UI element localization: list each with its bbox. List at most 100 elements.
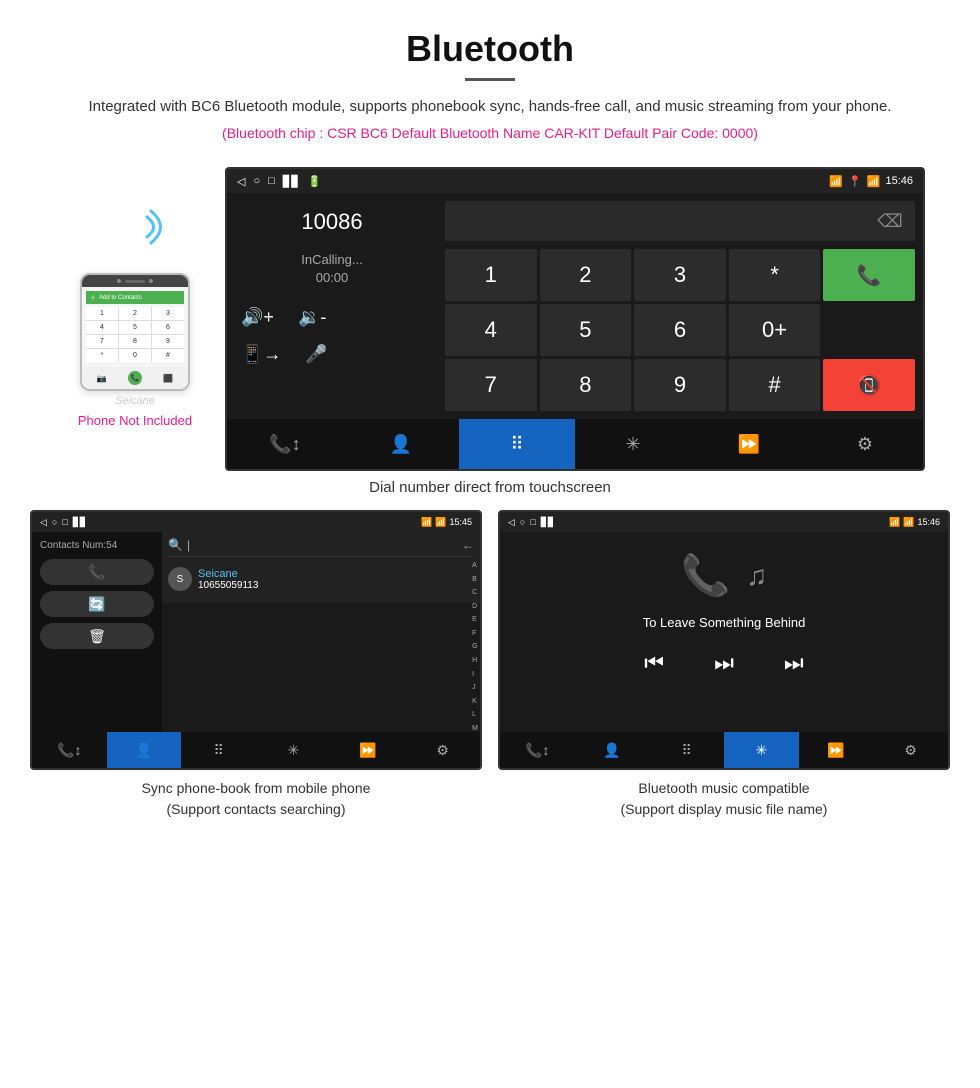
key-9[interactable]: 9 (634, 359, 726, 411)
volume-down-icon[interactable]: 🔉- (298, 307, 326, 328)
nav-phone[interactable]: 📞↕ (227, 419, 343, 469)
phone-side: ＋Add to Contacts 1 2 3 4 5 6 7 8 9 * 0 # (55, 167, 215, 428)
phone-camera (117, 279, 121, 283)
music-nav-contacts[interactable]: 👤 (575, 732, 650, 768)
phone-key-star[interactable]: * (86, 349, 118, 362)
key-star[interactable]: * (729, 249, 821, 301)
key-2[interactable]: 2 (540, 249, 632, 301)
bluetooth-icon-area (105, 197, 165, 267)
seicane-watermark: Seicane (115, 395, 155, 407)
phone-key-3[interactable]: 3 (152, 307, 184, 320)
transfer-icon[interactable]: 📱→ (241, 344, 281, 365)
music-wifi-icon: 📶 (903, 517, 914, 528)
phone-key-hash[interactable]: # (152, 349, 184, 362)
main-nav-bar: 📞↕ 👤 ⠿ ✳ ⏩ ⚙ (227, 419, 923, 469)
status-left-icons: ◁ ○ □ ▊▊ 🔋 (237, 175, 321, 188)
music-nav-phone[interactable]: 📞↕ (500, 732, 575, 768)
backspace-icon: ← (462, 538, 474, 552)
key-0plus[interactable]: 0+ (729, 304, 821, 356)
backspace-button[interactable]: ⌫ (865, 201, 915, 241)
music-nav-settings[interactable]: ⚙ (873, 732, 948, 768)
dialer-status: InCalling... 00:00 (241, 251, 423, 287)
phone-call-button[interactable]: 📞 (128, 371, 142, 385)
key-4[interactable]: 4 (445, 304, 537, 356)
contacts-status-left: ◁ ○ □ ▊▊ (40, 517, 87, 528)
phone-key-4[interactable]: 4 (86, 321, 118, 334)
play-pause-button[interactable]: ⏭ (714, 650, 734, 676)
contacts-nav-fwd[interactable]: ⏩ (331, 732, 406, 768)
square-icon: □ (268, 175, 275, 187)
key-1[interactable]: 1 (445, 249, 537, 301)
music-signal-icon: ▊▊ (541, 517, 555, 528)
contacts-home-icon: ○ (52, 517, 57, 527)
music-phone-icon: 📞 (681, 552, 731, 599)
key-3[interactable]: 3 (634, 249, 726, 301)
music-status-bar: ◁ ○ □ ▊▊ 📶 📶 15:46 (500, 512, 948, 532)
phone-key-0[interactable]: 0 (119, 349, 151, 362)
music-nav-bt[interactable]: ✳ (724, 732, 799, 768)
prev-track-button[interactable]: ⏮ (644, 650, 664, 676)
contacts-back-icon: ◁ (40, 517, 47, 528)
dialer-left-panel: 10086 InCalling... 00:00 🔊+ 🔉- 📱→ 🎤 (227, 193, 437, 419)
phone-key-5[interactable]: 5 (119, 321, 151, 334)
contact-info: Seicane 10655059113 (198, 568, 258, 591)
next-track-button[interactable]: ⏭ (784, 650, 804, 676)
title-divider (465, 78, 515, 81)
contacts-recents-icon: □ (62, 517, 67, 527)
dialer-number: 10086 (241, 209, 423, 235)
phone-key-8[interactable]: 8 (119, 335, 151, 348)
dialer-input-row: ⌫ (445, 201, 915, 241)
key-5[interactable]: 5 (540, 304, 632, 356)
key-8[interactable]: 8 (540, 359, 632, 411)
delete-contact-btn[interactable]: 🗑 (40, 623, 154, 649)
contacts-content: Contacts Num:54 📞 🔄 🗑 🔍 | ← (32, 532, 480, 732)
contacts-nav-settings[interactable]: ⚙ (405, 732, 480, 768)
phone-not-included-label: Phone Not Included (78, 413, 192, 428)
contacts-nav-bt[interactable]: ✳ (256, 732, 331, 768)
key-6[interactable]: 6 (634, 304, 726, 356)
dialer-controls: 🔊+ 🔉- 📱→ 🎤 (241, 307, 423, 365)
music-status-right: 📶 📶 15:46 (889, 517, 940, 528)
signal-icon: ▊▊ (283, 175, 300, 188)
music-back-icon: ◁ (508, 517, 515, 528)
bluetooth-specs: (Bluetooth chip : CSR BC6 Default Blueto… (40, 125, 940, 141)
contacts-nav-contacts[interactable]: 👤 (107, 732, 182, 768)
phone-key-7[interactable]: 7 (86, 335, 118, 348)
location-icon: 📍 (848, 175, 862, 188)
key-hash[interactable]: # (729, 359, 821, 411)
phone-video-icon: 📷 (97, 374, 107, 383)
nav-bluetooth[interactable]: ✳ (575, 419, 691, 469)
mic-icon[interactable]: 🎤 (305, 344, 327, 365)
search-icon: 🔍 (168, 538, 183, 552)
dialer-input-field (445, 201, 865, 241)
contact-item[interactable]: S Seicane 10655059113 (168, 561, 474, 597)
dialer-right-panel: ⌫ 1 2 3 * 📞 4 5 6 0+ 7 8 9 # 📵 (437, 193, 923, 419)
contacts-nav-phone[interactable]: 📞↕ (32, 732, 107, 768)
call-button[interactable]: 📞 (823, 249, 915, 301)
page-title: Bluetooth (40, 28, 940, 70)
page-description: Integrated with BC6 Bluetooth module, su… (40, 95, 940, 119)
sync-contact-btn[interactable]: 🔄 (40, 591, 154, 617)
end-call-button[interactable]: 📵 (823, 359, 915, 411)
nav-contacts[interactable]: 👤 (343, 419, 459, 469)
key-7[interactable]: 7 (445, 359, 537, 411)
status-time: 15:46 (885, 175, 913, 187)
back-arrow-icon: ◁ (237, 175, 245, 188)
phone-key-9[interactable]: 9 (152, 335, 184, 348)
volume-up-icon[interactable]: 🔊+ (241, 307, 274, 328)
phone-key-1[interactable]: 1 (86, 307, 118, 320)
contacts-count: Contacts Num:54 (40, 540, 154, 551)
phone-key-6[interactable]: 6 (152, 321, 184, 334)
music-nav-dialpad[interactable]: ⠿ (649, 732, 724, 768)
nav-settings[interactable]: ⚙ (807, 419, 923, 469)
contacts-main-wrap: 🔍 | ← S Seicane 10655059113 (162, 532, 480, 732)
phone-add-contacts: ＋Add to Contacts (86, 291, 184, 304)
contacts-nav-dialpad[interactable]: ⠿ (181, 732, 256, 768)
contacts-screenshot-item: ◁ ○ □ ▊▊ 📶 📶 15:45 Contacts Num:54 📞 🔄 (30, 510, 482, 820)
nav-dialpad[interactable]: ⠿ (459, 419, 575, 469)
phone-key-2[interactable]: 2 (119, 307, 151, 320)
wifi-icon: 📶 (867, 175, 881, 188)
nav-forward[interactable]: ⏩ (691, 419, 807, 469)
music-nav-fwd[interactable]: ⏩ (799, 732, 874, 768)
phone-contact-btn[interactable]: 📞 (40, 559, 154, 585)
